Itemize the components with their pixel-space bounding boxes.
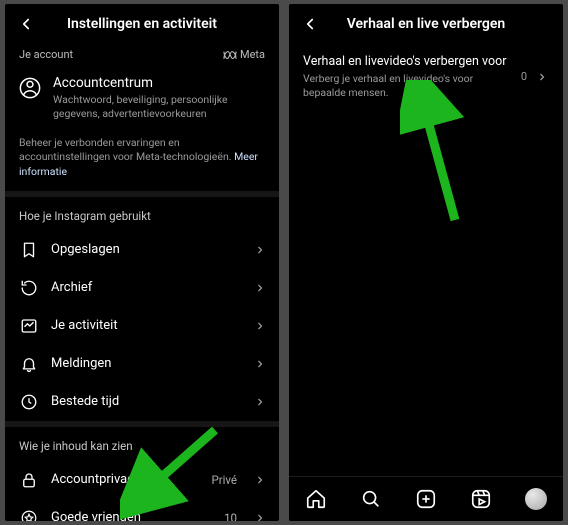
row-value: 10 xyxy=(224,511,237,521)
bell-icon xyxy=(19,354,39,374)
chevron-right-icon xyxy=(253,281,267,295)
settings-screen: Instellingen en activiteit Je account Me… xyxy=(5,4,279,521)
archive-icon xyxy=(19,278,39,298)
account-center-row[interactable]: Accountcentrum Wachtwoord, beveiliging, … xyxy=(5,71,279,128)
row-label: Meldingen xyxy=(51,356,241,371)
row-saved[interactable]: Opgeslagen xyxy=(5,231,279,269)
row-label: Accountprivacy xyxy=(51,472,199,487)
bottom-nav xyxy=(289,476,563,521)
clock-icon xyxy=(19,392,39,412)
row-label: Bestede tijd xyxy=(51,394,241,409)
nav-profile[interactable] xyxy=(523,486,549,512)
row-archive[interactable]: Archief xyxy=(5,269,279,307)
row-label: Opgeslagen xyxy=(51,242,241,257)
nav-home[interactable] xyxy=(303,486,329,512)
header: Instellingen en activiteit xyxy=(5,4,279,44)
header-title: Verhaal en live verbergen xyxy=(321,16,531,32)
row-label: Goede vrienden xyxy=(51,510,212,521)
back-button[interactable] xyxy=(299,13,321,35)
account-center-sub: Wachtwoord, beveiliging, persoonlijke ge… xyxy=(53,93,265,120)
nav-create[interactable] xyxy=(413,486,439,512)
row-close-friends[interactable]: Goede vrienden 10 xyxy=(5,499,279,521)
section-usage-title: Hoe je Instagram gebruikt xyxy=(5,197,279,231)
hide-row-count: 0 xyxy=(521,70,527,83)
chevron-right-icon xyxy=(253,473,267,487)
row-activity[interactable]: Je activiteit xyxy=(5,307,279,345)
row-account-privacy[interactable]: Accountprivacy Privé xyxy=(5,461,279,499)
info-text-body: Beheer je verbonden ervaringen en accoun… xyxy=(19,136,234,163)
row-label: Je activiteit xyxy=(51,318,241,333)
account-bar: Je account Meta xyxy=(5,44,279,71)
account-center-title: Accountcentrum xyxy=(53,75,265,91)
avatar-icon xyxy=(525,488,547,510)
lock-icon xyxy=(19,470,39,490)
star-circle-icon xyxy=(19,508,39,521)
bookmark-icon xyxy=(19,240,39,260)
nav-reels[interactable] xyxy=(468,486,494,512)
meta-text: Meta xyxy=(240,48,265,61)
back-button[interactable] xyxy=(15,13,37,35)
account-label: Je account xyxy=(19,48,73,61)
header: Verhaal en live verbergen xyxy=(289,4,563,44)
hide-row-title: Verhaal en livevideo's verbergen voor xyxy=(303,54,513,69)
meta-logo: Meta xyxy=(223,48,265,61)
row-label: Archief xyxy=(51,280,241,295)
chevron-right-icon xyxy=(535,70,549,84)
nav-search[interactable] xyxy=(358,486,384,512)
hide-row-sub: Verberg je verhaal en livevideo's voor b… xyxy=(303,72,513,99)
chevron-right-icon xyxy=(253,243,267,257)
row-time-spent[interactable]: Bestede tijd xyxy=(5,383,279,421)
hide-story-screen: Verhaal en live verbergen Verhaal en liv… xyxy=(289,4,563,521)
chevron-right-icon xyxy=(253,395,267,409)
chevron-right-icon xyxy=(253,319,267,333)
chevron-right-icon xyxy=(253,511,267,521)
row-notifications[interactable]: Meldingen xyxy=(5,345,279,383)
meta-info-text: Beheer je verbonden ervaringen en accoun… xyxy=(5,128,279,191)
header-title: Instellingen en activiteit xyxy=(37,16,247,32)
hide-story-row[interactable]: Verhaal en livevideo's verbergen voor Ve… xyxy=(289,44,563,109)
section-visibility-title: Wie je inhoud kan zien xyxy=(5,427,279,461)
activity-icon xyxy=(19,316,39,336)
row-value: Privé xyxy=(211,473,237,487)
account-center-icon xyxy=(19,77,41,99)
chevron-right-icon xyxy=(253,357,267,371)
